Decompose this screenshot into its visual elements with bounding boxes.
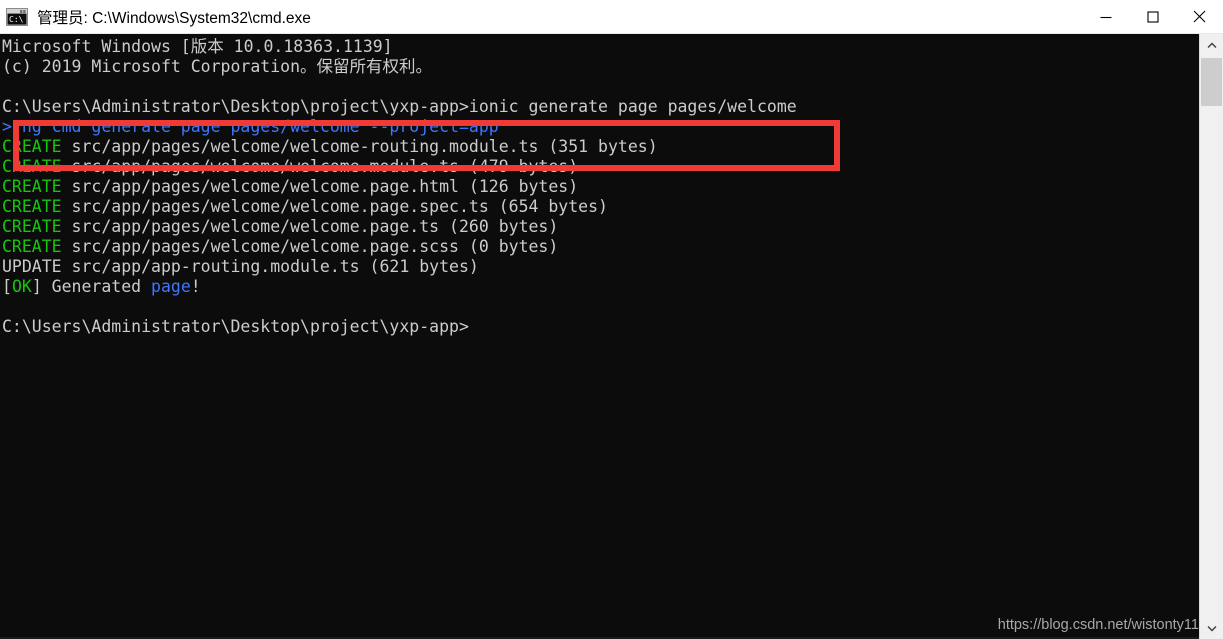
text-segment: CREATE [2, 197, 62, 216]
scroll-up-arrow-icon[interactable] [1200, 34, 1223, 56]
window-controls [1082, 0, 1223, 33]
minimize-button[interactable] [1082, 0, 1129, 33]
text-segment: [ [2, 277, 12, 296]
title-bar: C:\ 管理员: C:\Windows\System32\cmd.exe [0, 0, 1223, 34]
line-command-prompt: C:\Users\Administrator\Desktop\project\y… [2, 97, 797, 117]
text-segment: page [151, 277, 191, 296]
text-segment: CREATE [2, 237, 62, 256]
text-segment: CREATE [2, 177, 62, 196]
text-segment: src/app/pages/welcome/welcome-routing.mo… [61, 137, 658, 156]
console-text: Microsoft Windows [版本 10.0.18363.1139] (c… [2, 37, 797, 337]
text-segment: CREATE [2, 217, 62, 236]
line-version: Microsoft Windows [版本 10.0.18363.1139] [2, 37, 797, 57]
line-final-prompt: C:\Users\Administrator\Desktop\project\y… [2, 317, 797, 337]
text-segment: src/app/pages/welcome/welcome.module.ts … [61, 157, 579, 176]
vertical-scrollbar[interactable] [1199, 34, 1223, 639]
text-segment: > ng cmd generate page pages/welcome --p… [2, 117, 499, 136]
line-create-spec: CREATE src/app/pages/welcome/welcome.pag… [2, 197, 797, 217]
text-segment: CREATE [2, 137, 62, 156]
text-segment: src/app/pages/welcome/welcome.page.scss … [61, 237, 559, 256]
watermark-url: https://blog.csdn.net/wistonty11 [997, 617, 1199, 633]
text-segment: C:\Users\Administrator\Desktop\project\y… [2, 317, 469, 336]
line-create-ts: CREATE src/app/pages/welcome/welcome.pag… [2, 217, 797, 237]
text-segment: src/app/pages/welcome/welcome.page.html … [61, 177, 579, 196]
text-segment: (c) 2019 Microsoft Corporation。保留所有权利。 [2, 57, 433, 76]
text-segment: ! [190, 277, 201, 296]
line-create-module: CREATE src/app/pages/welcome/welcome.mod… [2, 157, 797, 177]
text-segment: CREATE [2, 157, 62, 176]
text-segment: C:\Users\Administrator\Desktop\project\y… [2, 97, 797, 116]
close-button[interactable] [1176, 0, 1223, 33]
line-create-html: CREATE src/app/pages/welcome/welcome.pag… [2, 177, 797, 197]
scrollbar-thumb[interactable] [1201, 58, 1222, 106]
text-segment: Microsoft Windows [版本 10.0.18363.1139] [2, 37, 393, 56]
line-blank-2 [2, 297, 797, 317]
line-ok-generated: [OK] Generated page! [2, 277, 797, 297]
svg-text:C:\: C:\ [9, 15, 24, 24]
scroll-down-arrow-icon[interactable] [1200, 617, 1223, 639]
line-update-app-routing: UPDATE src/app/app-routing.module.ts (62… [2, 257, 797, 277]
maximize-button[interactable] [1129, 0, 1176, 33]
line-create-routing-module: CREATE src/app/pages/welcome/welcome-rou… [2, 137, 797, 157]
line-copyright: (c) 2019 Microsoft Corporation。保留所有权利。 [2, 57, 797, 77]
line-create-scss: CREATE src/app/pages/welcome/welcome.pag… [2, 237, 797, 257]
cmd-console-icon: C:\ [6, 7, 28, 26]
line-blank-1 [2, 77, 797, 97]
console-output-area[interactable]: Microsoft Windows [版本 10.0.18363.1139] (c… [0, 34, 1223, 639]
window-title: 管理员: C:\Windows\System32\cmd.exe [37, 9, 311, 27]
text-segment: ] Generated [31, 277, 152, 296]
text-segment: UPDATE src/app/app-routing.module.ts (62… [2, 257, 479, 276]
text-segment: OK [11, 277, 32, 296]
text-segment: src/app/pages/welcome/welcome.page.ts (2… [61, 217, 559, 236]
text-segment: src/app/pages/welcome/welcome.page.spec.… [61, 197, 608, 216]
line-ng-cmd: > ng cmd generate page pages/welcome --p… [2, 117, 797, 137]
cmd-window: C:\ 管理员: C:\Windows\System32\cmd.exe Mic… [0, 0, 1223, 639]
